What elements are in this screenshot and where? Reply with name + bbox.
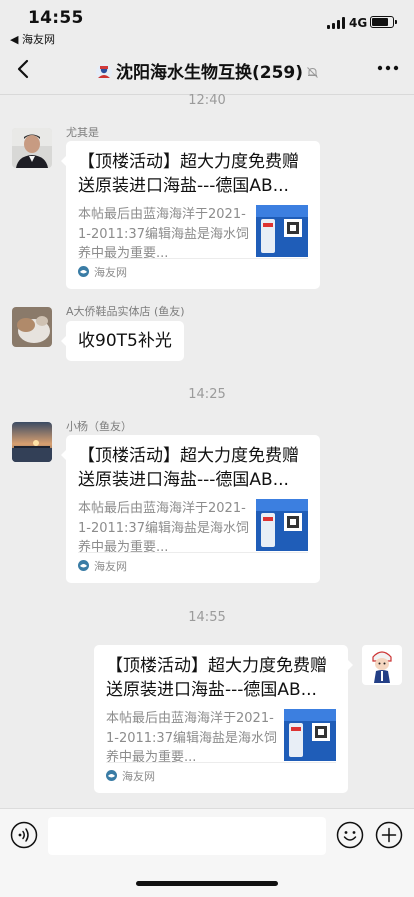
card-thumbnail — [256, 499, 308, 551]
network-type: 4G — [349, 16, 368, 30]
card-source: 海友网 — [106, 762, 336, 793]
site-logo-icon — [78, 266, 89, 277]
status-time: 14:55 — [28, 8, 84, 28]
card-title: 【顶楼活动】超大力度免费赠送原装进口海盐---德国AB... — [78, 152, 299, 196]
card-thumbnail — [284, 709, 336, 761]
site-logo-icon — [106, 770, 117, 781]
plus-icon[interactable] — [375, 821, 403, 849]
link-card[interactable]: 【顶楼活动】超大力度免费赠送原装进口海盐---德国AB... 本帖最后由蓝海海洋… — [61, 141, 320, 289]
home-indicator[interactable] — [136, 881, 278, 886]
mute-bell-icon — [307, 67, 318, 78]
avatar[interactable] — [12, 422, 52, 462]
group-avatar-icon — [95, 64, 112, 80]
battery-icon — [370, 16, 397, 28]
card-title: 【顶楼活动】超大力度免费赠送原装进口海盐---德国AB... — [78, 446, 299, 490]
link-card[interactable]: 【顶楼活动】超大力度免费赠送原装进口海盐---德国AB... 本帖最后由蓝海海洋… — [61, 435, 320, 583]
avatar[interactable] — [12, 128, 52, 168]
cartoon-avatar-icon — [362, 645, 402, 685]
card-description: 本帖最后由蓝海海洋于2021-1-2011:37编辑海盐是海水饲养中最为重要..… — [78, 501, 249, 555]
link-card[interactable]: 【顶楼活动】超大力度免费赠送原装进口海盐---德国AB... 本帖最后由蓝海海洋… — [94, 645, 353, 793]
sender-name: A大侨鞋品实体店 (鱼友) — [66, 305, 185, 318]
signal-icon — [327, 17, 345, 29]
text-message[interactable]: 收90T5补光 — [61, 321, 184, 361]
back-to-app-link[interactable]: ◀ 海友网 — [10, 31, 55, 47]
card-description: 本帖最后由蓝海海洋于2021-1-2011:37编辑海盐是海水饲养中最为重要..… — [78, 207, 249, 261]
avatar-self[interactable] — [362, 645, 402, 685]
site-logo-icon — [78, 560, 89, 571]
chat-header: 沈阳海水生物互换(259) — [0, 46, 414, 95]
timestamp: 14:55 — [188, 610, 226, 625]
sender-name: 小杨（鱼友） — [66, 420, 132, 433]
sunset-photo-icon — [12, 422, 52, 462]
card-thumbnail — [256, 205, 308, 257]
status-bar: 14:55 ◀ 海友网 4G — [0, 0, 414, 46]
card-description: 本帖最后由蓝海海洋于2021-1-2011:37编辑海盐是海水饲养中最为重要..… — [106, 711, 277, 765]
card-source: 海友网 — [78, 258, 308, 289]
card-source: 海友网 — [78, 552, 308, 583]
avatar[interactable] — [12, 307, 52, 347]
card-source-label: 海友网 — [94, 266, 127, 279]
chat-title[interactable]: 沈阳海水生物互换(259) — [0, 58, 414, 83]
voice-icon[interactable] — [10, 821, 38, 849]
card-source-label: 海友网 — [122, 770, 155, 783]
emoji-icon[interactable] — [336, 821, 364, 849]
card-title: 【顶楼活动】超大力度免费赠送原装进口海盐---德国AB... — [106, 656, 327, 700]
timestamp: 14:25 — [188, 387, 226, 402]
more-dots-icon[interactable] — [376, 60, 400, 76]
card-source-label: 海友网 — [94, 560, 127, 573]
chat-title-text: 沈阳海水生物互换(259) — [115, 63, 304, 83]
sender-name: 尤其是 — [66, 126, 99, 139]
timestamp: 12:40 — [188, 93, 226, 108]
person-photo-icon — [12, 128, 52, 168]
cat-photo-icon — [12, 307, 52, 347]
message-input[interactable] — [48, 817, 326, 855]
